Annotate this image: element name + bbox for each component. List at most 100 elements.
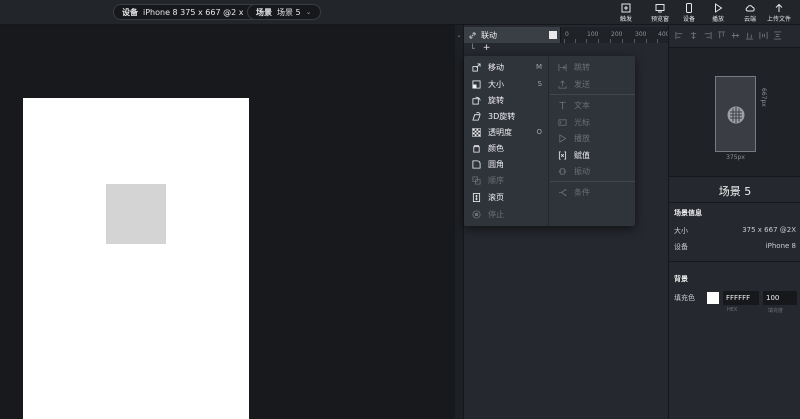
scene-title: 场景 5 [718,185,752,198]
ruler-tick-label: 0 [565,31,569,38]
cursor-icon [558,118,567,126]
menu-item-label: 透明度 [488,127,512,137]
scene-selector-value: 场景 5 [277,7,301,17]
scene-preview: 375px 667px [669,47,800,177]
condition-icon [558,188,567,196]
menu-item-label: 停止 [488,209,504,219]
move-icon [472,62,481,72]
ruler-tick [575,39,576,43]
fill-label: 填充色 [674,294,695,302]
resize-icon [472,79,481,89]
trigger-button-label: 触发 [619,16,632,23]
size-label: 大小 [674,227,688,235]
cloud-button[interactable]: 云端 [737,2,763,24]
send-icon [558,79,567,89]
divider [669,202,800,203]
preview-window-button-label: 预览窗 [650,16,669,23]
align-right-icon[interactable] [703,31,712,40]
menu-item-label: 颜色 [488,143,504,153]
fill-opacity-input[interactable]: 100 [763,291,797,305]
align-center-h-icon[interactable] [689,31,698,40]
menu-item-size[interactable]: 大小 S [464,76,549,92]
shortcut-key: S [537,80,542,88]
menu-item-vibrate: 振动 [550,163,635,179]
action-menu: 移动 M 大小 S 旋转 3D旋转 透明度 O 颜色 圆角 顺序 滚页 停止 跳… [464,56,635,226]
menu-item-label: 播放 [574,133,590,143]
scene-selector[interactable]: 场景 场景 5 ⌄ [247,4,321,20]
play-button[interactable]: 播放 [705,2,731,24]
ruler-tick-label: 300 [635,31,647,38]
upload-icon [775,3,783,12]
fill-color-swatch[interactable] [707,292,719,304]
ruler-tick [622,39,623,43]
layer-row-linkage[interactable]: 联动 [464,27,560,43]
action-menu-column-left: 移动 M 大小 S 旋转 3D旋转 透明度 O 颜色 圆角 顺序 滚页 停止 [464,56,549,226]
menu-item-condition: 条件 [550,184,635,200]
waffle-icon [727,106,745,124]
menu-item-cursor: 光标 [550,114,635,130]
preview-width-label: 375px [726,154,745,161]
stop-icon [472,209,481,219]
preview-icon [655,4,665,13]
fill-hex-input[interactable]: FFFFFF [723,291,759,305]
trigger-icon [621,3,631,13]
menu-item-3d-rotate[interactable]: 3D旋转 [464,108,549,124]
preview-height-label: 667px [760,88,767,107]
device-icon [686,3,692,13]
menu-item-rotate[interactable]: 旋转 [464,92,549,108]
rotate-3d-icon [472,111,481,121]
jump-icon [558,63,567,71]
collapse-panel-toggle[interactable]: ⌄ [455,25,464,419]
device-button-label: 设备 [682,16,695,23]
rotate-icon [472,96,481,105]
menu-item-play: 播放 [550,130,635,146]
opacity-caption: 填充度 [768,308,784,314]
menu-item-opacity[interactable]: 透明度 O [464,124,549,140]
ruler-tick [598,39,599,43]
menu-separator [550,181,635,182]
scene-info-heading: 场景信息 [674,209,702,217]
add-action-button[interactable]: + [483,43,491,53]
cloud-icon [745,5,755,12]
menu-item-label: 振动 [574,166,590,176]
ruler-tick [564,39,565,43]
timeline-ruler[interactable]: 0 100 200 300 400 [560,27,669,43]
rectangle-layer[interactable] [106,184,166,244]
action-menu-column-right: 跳转 发送 文本 光标 播放 赋值 振动 条件 [550,56,635,226]
menu-item-label: 滚页 [488,192,504,202]
menu-item-color[interactable]: 颜色 [464,140,549,156]
menu-item-scroll-page[interactable]: 滚页 [464,189,549,205]
menu-item-move[interactable]: 移动 M [464,59,549,75]
distribute-h-icon[interactable] [759,31,768,40]
play-icon [715,3,723,13]
device-row: 设备 iPhone 8 [674,242,796,252]
align-top-icon[interactable] [717,30,726,40]
fill-color-row: 填充色 FFFFFF 100 [674,290,798,306]
ruler-tick [610,39,611,43]
preview-window-button[interactable]: 预览窗 [647,2,673,24]
layer-color-swatch[interactable] [549,31,557,39]
distribute-v-icon[interactable] [773,30,782,40]
artboard[interactable] [23,98,249,419]
color-icon [473,144,480,153]
upload-file-button[interactable]: 上传文件 [766,2,792,24]
align-bottom-icon[interactable] [745,31,754,40]
trigger-button[interactable]: 触发 [613,2,639,24]
menu-item-jump: 跳转 [550,59,635,75]
opacity-icon [472,127,481,137]
menu-item-corner-radius[interactable]: 圆角 [464,156,549,172]
vibrate-icon [558,167,567,175]
align-center-v-icon[interactable] [731,31,740,40]
menu-item-label: 顺序 [488,175,504,185]
shortcut-key: M [535,63,542,71]
device-selector[interactable]: 设备 iPhone 8 375 x 667 @2 x ⌄ [113,4,264,20]
link-icon [469,31,476,39]
design-canvas[interactable] [0,25,455,419]
text-icon [559,101,566,109]
play-icon [559,133,567,143]
cloud-button-label: 云端 [743,16,756,23]
device-button[interactable]: 设备 [676,2,702,24]
align-left-icon[interactable] [675,31,684,40]
upload-file-button-label: 上传文件 [766,16,791,23]
menu-item-assign[interactable]: 赋值 [550,147,635,163]
